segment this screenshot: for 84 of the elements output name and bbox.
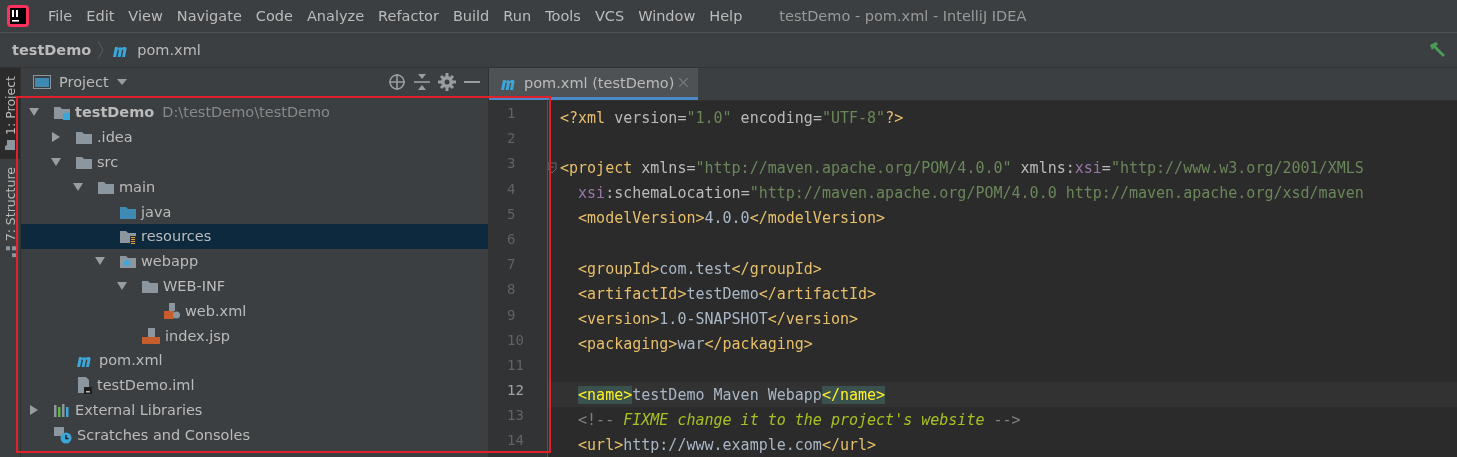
tree-row[interactable]: main [21, 174, 488, 200]
tree-item-label: index.jsp [165, 327, 231, 344]
line-number: 12 [506, 382, 525, 401]
menu-item[interactable]: Analyze [299, 8, 372, 24]
code-line: <url>http://www.example.com</url> [577, 436, 877, 455]
tree-row[interactable]: src [21, 149, 488, 175]
window-title: testDemo - pom.xml - IntelliJ IDEA [779, 8, 1027, 24]
breadcrumb-separator-icon [97, 40, 106, 60]
tree-item-label: java [141, 203, 172, 220]
tree-item-label: Scratches and Consoles [77, 426, 250, 443]
jsp-file-icon [141, 326, 161, 345]
tree-item-label: web.xml [185, 302, 247, 319]
breadcrumb-item[interactable]: testDemo [12, 42, 92, 58]
menu-item[interactable]: Run [496, 8, 539, 24]
menu-item[interactable]: VCS [587, 8, 632, 24]
tree-item-label: main [119, 178, 156, 195]
xml-file-icon [163, 301, 181, 320]
menu-item[interactable]: Code [248, 8, 300, 24]
module-folder-icon [53, 104, 71, 121]
tree-item-label: testDemo.iml [97, 377, 195, 394]
code-line: <packaging>war</packaging> [577, 335, 813, 354]
locate-icon [388, 73, 406, 91]
code-line: <groupId>com.test</groupId> [577, 259, 822, 278]
dropdown-caret-icon [116, 79, 127, 85]
tab-label: pom.xml (testDemo) [524, 74, 675, 91]
tree-row[interactable]: index.jsp [21, 323, 488, 348]
code-line: <modelVersion>4.0.0</modelVersion> [577, 209, 886, 228]
folder-icon [4, 138, 16, 151]
web-folder-icon [119, 253, 137, 270]
close-icon [679, 78, 689, 87]
menu-item[interactable]: File [41, 8, 80, 24]
tree-item-label: src [97, 154, 119, 170]
menu-item[interactable]: Navigate [169, 8, 249, 24]
menu-item[interactable]: Refactor [371, 8, 446, 24]
module-file-icon [75, 376, 93, 395]
code-line: xsi:schemaLocation="http://maven.apache.org/POM/4.0.0 http://maven.apache.org/xsd/maven [577, 184, 1364, 203]
panel-title[interactable]: Project [59, 74, 109, 90]
tree-row[interactable]: External Libraries [21, 397, 488, 423]
tree-row[interactable]: pom.xml [21, 347, 488, 373]
menu-item[interactable]: Build [445, 8, 497, 24]
code-line: <version>1.0-SNAPSHOT</version> [577, 310, 859, 329]
menu-item[interactable]: Window [631, 8, 703, 24]
tree-item-label: pom.xml [99, 352, 163, 369]
library-icon [53, 401, 71, 418]
fold-marker-icon [548, 162, 557, 175]
project-path: D:\testDemo\testDemo [162, 104, 330, 121]
tree-row[interactable]: java [21, 199, 488, 224]
resources-folder-icon [119, 228, 137, 245]
menu-item[interactable]: Edit [79, 8, 122, 24]
folder-icon [75, 129, 93, 146]
tree-row[interactable]: web.xml [21, 298, 488, 324]
tree-item-label: testDemo [75, 104, 155, 121]
menu-item[interactable]: Tools [538, 8, 588, 24]
tool-window-tab[interactable]: 1: Project [0, 68, 20, 159]
panel-window-icon [33, 74, 51, 90]
tree-item-label: resources [141, 228, 212, 245]
code-line: <artifactId>testDemo</artifactId> [577, 284, 877, 303]
scratch-clock-icon [53, 425, 73, 444]
code-line: <?xml version="1.0" encoding="UTF-8"?> [560, 108, 904, 127]
code-line: <name>testDemo Maven Webapp</name> [577, 385, 886, 404]
tree-item-label: webapp [141, 253, 199, 270]
selected-tree-row[interactable]: resources [21, 224, 488, 249]
breadcrumb-item[interactable]: pom.xml [137, 42, 201, 58]
tree-row[interactable]: webapp [21, 248, 488, 274]
folder-icon [75, 154, 93, 170]
collapse-all-icon [414, 73, 430, 91]
app-logo-icon [7, 5, 29, 27]
settings-icon [438, 73, 456, 91]
tree-item-label: .idea [97, 129, 133, 146]
code-line: <!-- FIXME change it to the project's website --> [577, 410, 1021, 429]
tree-row[interactable]: .idea [21, 124, 488, 150]
tree-row[interactable]: WEB-INF [21, 273, 488, 299]
tree-item-label: WEB-INF [163, 277, 226, 294]
tree-row[interactable]: testDemo.iml [21, 372, 488, 398]
tool-window-tab[interactable]: 7: Structure [0, 158, 20, 266]
menu-item[interactable]: Help [702, 8, 750, 24]
minimize-icon [464, 81, 480, 83]
tree-item-label: External Libraries [75, 401, 203, 418]
structure-icon [4, 245, 16, 258]
tree-row[interactable]: testDemo D:\testDemo\testDemo [21, 100, 488, 125]
editor-tab[interactable]: pom.xml (testDemo) [489, 68, 699, 100]
tree-row[interactable]: Scratches and Consoles [21, 422, 488, 448]
menu-item[interactable]: View [121, 8, 170, 24]
code-line: <project xmlns="http://maven.apache.org/POM/4.0.0" xmlns:xsi="http://www.w3.org/2001/XMLS [560, 158, 1364, 177]
